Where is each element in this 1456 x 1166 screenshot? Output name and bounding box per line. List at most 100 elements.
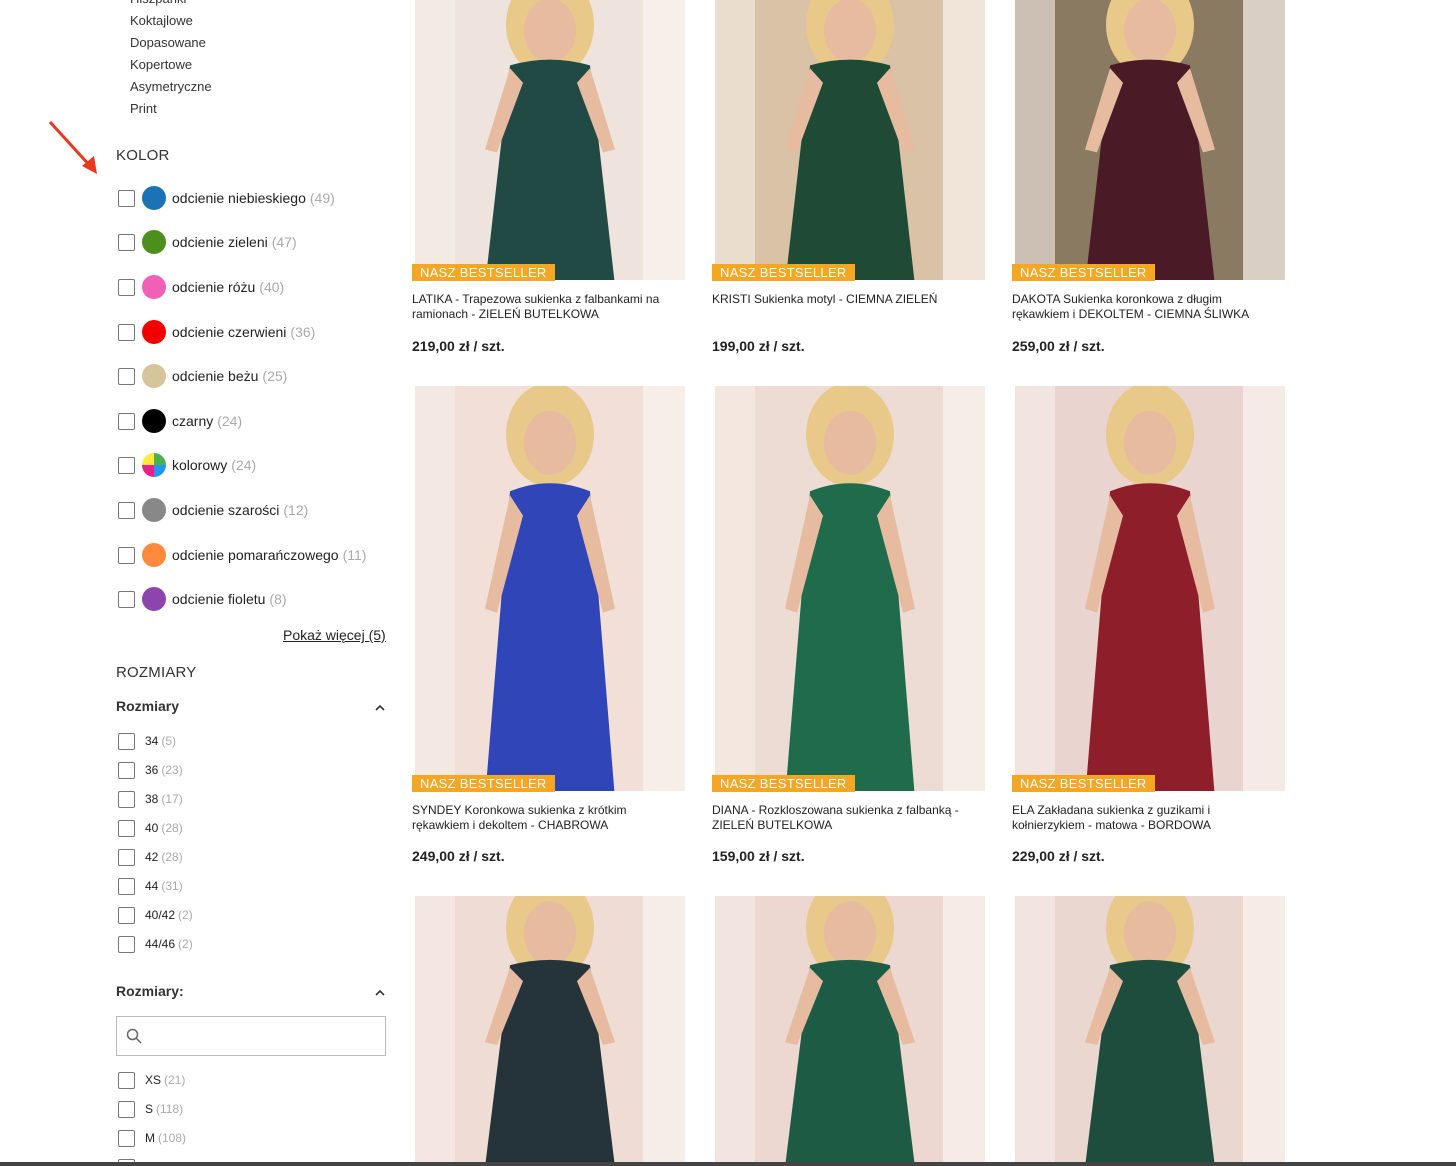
size-filter-option[interactable]: 38 (17)	[118, 789, 183, 809]
color-filter-option[interactable]: odcienie pomarańczowego (11)	[118, 543, 366, 567]
size-checkbox[interactable]	[118, 790, 135, 808]
product-name[interactable]: LATIKA - Trapezowa sukienka z falbankami…	[412, 292, 682, 322]
size-checkbox[interactable]	[118, 1100, 135, 1118]
bestseller-badge: NASZ BESTSELLER	[712, 264, 855, 281]
size-checkbox[interactable]	[118, 877, 135, 895]
color-filter-option[interactable]: odcienie fioletu (8)	[118, 587, 287, 611]
product-price: 229,00 zł / szt.	[1012, 848, 1105, 864]
size-checkbox[interactable]	[118, 1129, 135, 1147]
product-name[interactable]: ELA Zakładana sukienka z guzikami i kołn…	[1012, 803, 1282, 833]
style-filter-list: Hiszpanki Koktajlowe Dopasowane Kopertow…	[130, 0, 212, 120]
color-count: (8)	[269, 591, 287, 607]
size-checkbox[interactable]	[118, 819, 135, 837]
size-label: 42	[145, 850, 159, 864]
product-name[interactable]: DAKOTA Sukienka koronkowa z długim rękaw…	[1012, 292, 1282, 322]
color-checkbox[interactable]	[118, 278, 135, 296]
letter-size-filter-option[interactable]: S (118)	[118, 1099, 183, 1119]
size-label: 38	[145, 792, 159, 806]
color-count: (40)	[259, 279, 285, 295]
product-photo-art	[715, 0, 985, 280]
size-filter-option[interactable]: 44 (31)	[118, 876, 183, 896]
size-search-box[interactable]	[116, 1016, 386, 1056]
size-checkbox[interactable]	[118, 935, 135, 953]
size-filter-option[interactable]: 44/46 (2)	[118, 934, 193, 954]
product-image[interactable]	[715, 896, 985, 1162]
style-item-print[interactable]: Print	[130, 98, 212, 120]
style-item-kopertowe[interactable]: Kopertowe	[130, 54, 212, 76]
size-checkbox[interactable]	[118, 906, 135, 924]
size-filter-option[interactable]: 40 (28)	[118, 818, 183, 838]
red-arrow-annotation	[48, 120, 97, 174]
size-label: 34	[145, 734, 159, 748]
color-filter-option[interactable]: odcienie zieleni (47)	[118, 230, 297, 254]
size-checkbox[interactable]	[118, 1071, 135, 1089]
size-checkbox[interactable]	[118, 848, 135, 866]
chevron-up-icon[interactable]	[374, 702, 386, 714]
size-count: (23)	[161, 763, 183, 777]
color-filter-option[interactable]: czarny (24)	[118, 409, 242, 433]
product-photo-art	[1015, 386, 1285, 791]
color-count: (24)	[231, 457, 257, 473]
product-image[interactable]	[715, 386, 985, 791]
size-count: (31)	[161, 879, 183, 893]
color-filter-option[interactable]: odcienie czerwieni (36)	[118, 320, 315, 344]
size-filter-option[interactable]: 40/42 (2)	[118, 905, 193, 925]
product-name[interactable]: KRISTI Sukienka motyl - CIEMNA ZIELEŃ	[712, 292, 982, 307]
style-item-hiszpanki[interactable]: Hiszpanki	[130, 0, 212, 10]
size-checkbox[interactable]	[118, 761, 135, 779]
color-filter-option[interactable]: odcienie szarości (12)	[118, 498, 308, 522]
product-photo-art	[715, 896, 985, 1162]
color-checkbox[interactable]	[118, 412, 135, 430]
bestseller-badge: NASZ BESTSELLER	[1012, 775, 1155, 792]
color-checkbox[interactable]	[118, 501, 135, 519]
color-swatch	[142, 186, 166, 210]
product-name[interactable]: DIANA - Rozkloszowana sukienka z falbank…	[712, 803, 982, 833]
color-checkbox[interactable]	[118, 456, 135, 474]
color-checkbox[interactable]	[118, 367, 135, 385]
size-count: (5)	[161, 734, 177, 748]
product-image[interactable]	[415, 0, 685, 280]
color-count: (25)	[262, 368, 288, 384]
size-filter-option[interactable]: 36 (23)	[118, 760, 183, 780]
product-image[interactable]	[415, 386, 685, 791]
color-swatch	[142, 453, 166, 477]
color-label: odcienie różu	[172, 279, 256, 295]
product-image[interactable]	[1015, 386, 1285, 791]
product-image[interactable]	[415, 896, 685, 1162]
product-image[interactable]	[715, 0, 985, 280]
color-filter-option[interactable]: kolorowy (24)	[118, 453, 256, 477]
size-count: (118)	[156, 1102, 184, 1116]
color-label: odcienie niebieskiego	[172, 190, 306, 206]
product-image[interactable]	[1015, 896, 1285, 1162]
letter-size-filter-option[interactable]: M (108)	[118, 1128, 186, 1148]
size-checkbox[interactable]	[118, 732, 135, 750]
product-name[interactable]: SYNDEY Koronkowa sukienka z krótkim ręka…	[412, 803, 682, 833]
size-filter-option[interactable]: 34 (5)	[118, 731, 176, 751]
product-image[interactable]	[1015, 0, 1285, 280]
show-more-colors-link[interactable]: Pokaż więcej (5)	[283, 627, 386, 643]
style-item-koktajlowe[interactable]: Koktajlowe	[130, 10, 212, 32]
color-swatch	[142, 230, 166, 254]
color-filter-option[interactable]: odcienie różu (40)	[118, 275, 284, 299]
size-search-input[interactable]	[151, 1025, 377, 1047]
style-item-asymetryczne[interactable]: Asymetryczne	[130, 76, 212, 98]
color-filter-option[interactable]: odcienie niebieskiego (49)	[118, 186, 335, 210]
sizes-subheading: Rozmiary	[116, 698, 180, 714]
color-checkbox[interactable]	[118, 233, 135, 251]
color-checkbox[interactable]	[118, 189, 135, 207]
style-item-dopasowane[interactable]: Dopasowane	[130, 32, 212, 54]
letter-size-filter-option[interactable]: XS (21)	[118, 1070, 185, 1090]
color-filter-option[interactable]: odcienie beżu (25)	[118, 364, 287, 388]
product-price: 159,00 zł / szt.	[712, 848, 805, 864]
chevron-up-icon[interactable]	[374, 987, 386, 999]
sizes-filter-title: ROZMIARY	[116, 664, 197, 681]
color-checkbox[interactable]	[118, 590, 135, 608]
color-count: (11)	[342, 547, 367, 563]
size-count: (21)	[164, 1073, 186, 1087]
color-checkbox[interactable]	[118, 323, 135, 341]
color-checkbox[interactable]	[118, 546, 135, 564]
search-icon	[126, 1028, 142, 1044]
product-price: 199,00 zł / szt.	[712, 338, 805, 354]
color-swatch	[142, 364, 166, 388]
size-filter-option[interactable]: 42 (28)	[118, 847, 183, 867]
